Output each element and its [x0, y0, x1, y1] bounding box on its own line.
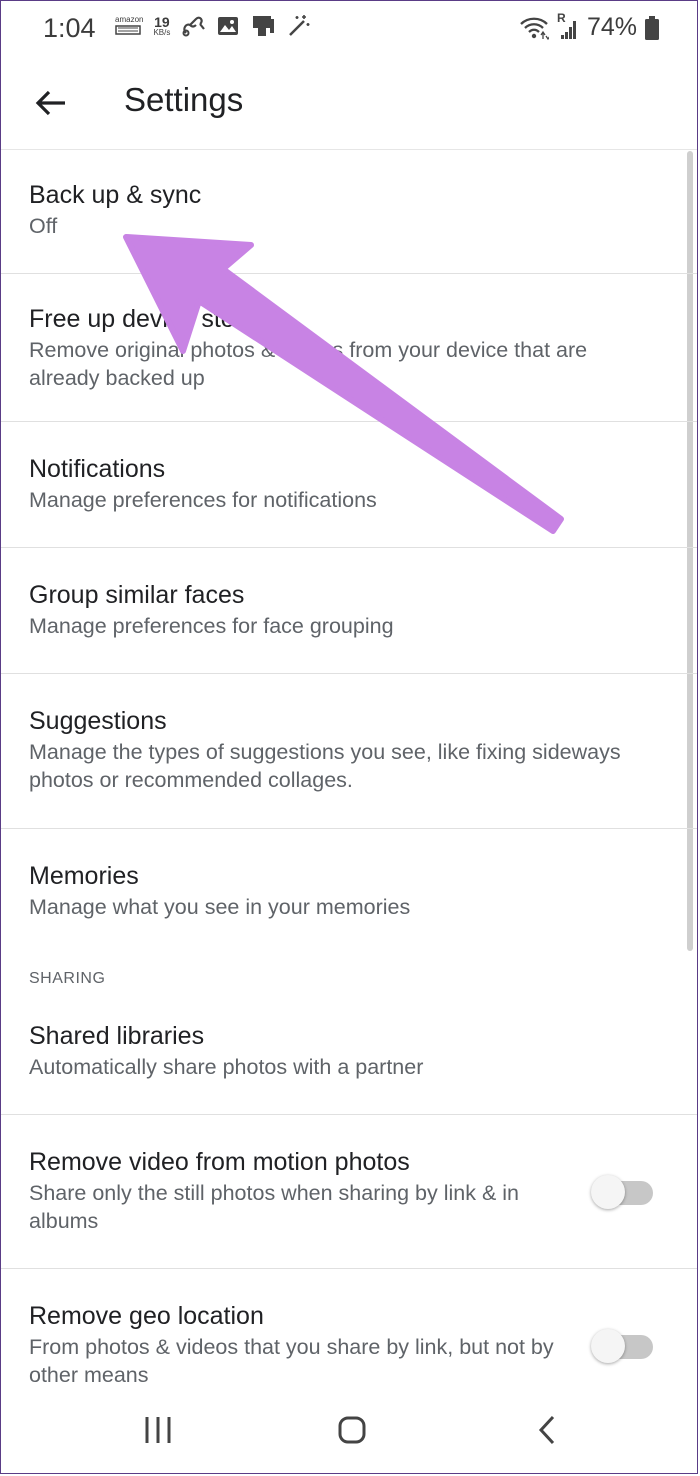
network-speed-indicator: 19 KB/s: [153, 14, 171, 37]
navigation-bar: [1, 1389, 697, 1473]
app-bar: Settings: [1, 59, 697, 150]
setting-subtitle: Manage what you see in your memories: [29, 895, 411, 919]
back-arrow-icon[interactable]: [31, 83, 71, 123]
setting-title: Notifications: [29, 455, 166, 483]
toggle-knob: [591, 1329, 625, 1363]
setting-title: Remove geo location: [29, 1302, 264, 1330]
setting-title: Suggestions: [29, 707, 167, 735]
setting-notifications[interactable]: Notifications Manage preferences for not…: [1, 422, 697, 548]
motion-photos-toggle[interactable]: [591, 1175, 653, 1209]
image-icon: [218, 17, 239, 35]
setting-title: Remove video from motion photos: [29, 1148, 410, 1176]
status-icons-right: R 74%: [519, 11, 659, 42]
setting-shared-libraries[interactable]: Shared libraries Automatically share pho…: [1, 999, 697, 1115]
setting-subtitle: Manage preferences for face grouping: [29, 614, 394, 638]
setting-remove-video-motion-photos[interactable]: Remove video from motion photos Share on…: [1, 1115, 697, 1269]
setting-title: Memories: [29, 862, 139, 890]
status-time: 1:04: [43, 13, 96, 43]
battery-percent: 74%: [586, 13, 637, 41]
recent-apps-icon[interactable]: [133, 1405, 183, 1455]
status-bar: 1:04 amazon 19 KB/s R 74%: [1, 1, 697, 59]
setting-title: Back up & sync: [29, 181, 202, 209]
page-title: Settings: [124, 81, 244, 118]
link-icon: [182, 16, 206, 37]
phone-screen: 1:04 amazon 19 KB/s R 74% Settings Back …: [0, 0, 698, 1474]
setting-subtitle: Off: [29, 214, 58, 238]
setting-subtitle: Manage preferences for notifications: [29, 488, 377, 512]
setting-subtitle: Automatically share photos with a partne…: [29, 1055, 424, 1079]
magic-wand-icon: [289, 15, 310, 36]
setting-subtitle: Remove original photos & videos from you…: [29, 338, 588, 390]
battery-icon: [645, 15, 659, 40]
setting-title: Group similar faces: [29, 581, 245, 609]
setting-suggestions[interactable]: Suggestions Manage the types of suggesti…: [1, 674, 697, 829]
section-header-sharing: SHARING: [29, 970, 106, 987]
geo-location-toggle[interactable]: [591, 1329, 653, 1363]
status-icons-left: amazon 19 KB/s: [115, 13, 312, 39]
home-icon[interactable]: [327, 1405, 377, 1455]
setting-memories[interactable]: Memories Manage what you see in your mem…: [1, 829, 697, 959]
setting-back-up-sync[interactable]: Back up & sync Off: [1, 150, 697, 274]
setting-remove-geo-location[interactable]: Remove geo location From photos & videos…: [1, 1269, 697, 1409]
setting-free-up-storage[interactable]: Free up device storage Remove original p…: [1, 274, 697, 422]
cell-signal-icon: R: [557, 11, 579, 41]
toggle-knob: [591, 1175, 625, 1209]
back-nav-icon[interactable]: [523, 1405, 573, 1455]
wifi-icon: [520, 17, 549, 40]
amazon-icon: amazon: [115, 16, 143, 36]
setting-group-similar-faces[interactable]: Group similar faces Manage preferences f…: [1, 548, 697, 674]
settings-list: Back up & sync Off Free up device storag…: [1, 150, 697, 1409]
setting-title: Shared libraries: [29, 1022, 205, 1050]
setting-subtitle: Manage the types of suggestions you see,…: [29, 740, 621, 792]
setting-title: Free up device storage: [29, 305, 285, 333]
device-icon: [253, 16, 275, 36]
